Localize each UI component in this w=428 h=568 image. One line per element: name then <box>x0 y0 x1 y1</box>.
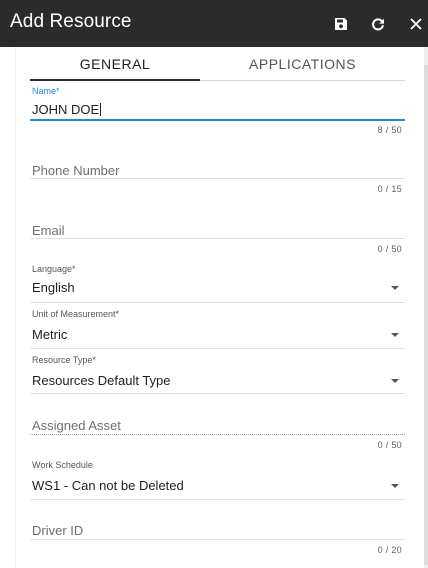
chevron-down-icon <box>391 333 399 337</box>
left-divider <box>15 47 16 568</box>
email-underline <box>30 238 405 239</box>
assigned-asset-char-counter: 0 / 50 <box>377 440 402 450</box>
resource-type-label: Resource Type* <box>32 355 96 365</box>
name-label: Name* <box>32 86 60 96</box>
resource-type-underline <box>30 393 405 394</box>
driver-id-char-counter: 0 / 20 <box>377 545 402 555</box>
language-value: English <box>32 280 75 295</box>
text-cursor <box>100 103 102 116</box>
name-field[interactable]: Name* JOHN DOE 8 / 50 <box>30 86 405 136</box>
save-button[interactable] <box>327 0 355 47</box>
phone-number-field[interactable]: Phone Number 0 / 15 <box>30 160 405 200</box>
chevron-down-icon <box>391 379 399 383</box>
assigned-asset-underline <box>30 434 405 435</box>
name-underline <box>30 119 405 121</box>
active-tab-indicator <box>30 79 200 81</box>
email-char-counter: 0 / 50 <box>377 244 402 254</box>
work-schedule-value: WS1 - Can not be Deleted <box>32 478 184 493</box>
scrollbar-thumb[interactable] <box>424 65 428 565</box>
phone-char-counter: 0 / 15 <box>377 184 402 194</box>
unit-underline <box>30 348 405 349</box>
resource-type-select[interactable]: Resource Type* Resources Default Type <box>30 355 405 395</box>
resource-type-value: Resources Default Type <box>32 373 171 388</box>
language-label: Language* <box>32 264 76 274</box>
phone-number-input[interactable]: Phone Number <box>32 163 119 178</box>
unit-of-measurement-select[interactable]: Unit of Measurement* Metric <box>30 309 405 349</box>
close-icon <box>410 17 422 30</box>
work-schedule-select[interactable]: Work Schedule WS1 - Can not be Deleted <box>30 460 405 500</box>
name-char-counter: 8 / 50 <box>377 125 402 135</box>
dialog-title: Add Resource <box>10 11 132 32</box>
tab-bar: GENERAL APPLICATIONS <box>30 47 405 81</box>
tab-applications[interactable]: APPLICATIONS <box>200 47 405 81</box>
tab-general[interactable]: GENERAL <box>30 47 200 81</box>
close-button[interactable] <box>404 0 428 47</box>
email-field[interactable]: Email 0 / 50 <box>30 220 405 260</box>
refresh-button[interactable] <box>364 0 392 47</box>
chevron-down-icon <box>391 484 399 488</box>
floppy-disk-icon <box>335 17 347 30</box>
dialog-header: Add Resource <box>0 0 428 47</box>
chevron-down-icon <box>391 286 399 290</box>
driver-id-underline <box>30 539 405 540</box>
work-schedule-underline <box>30 499 405 500</box>
name-input[interactable]: JOHN DOE <box>32 102 102 117</box>
unit-value: Metric <box>32 327 68 342</box>
unit-label: Unit of Measurement* <box>32 309 120 319</box>
assigned-asset-field[interactable]: Assigned Asset 0 / 50 <box>30 415 405 455</box>
scrollbar[interactable] <box>424 47 428 568</box>
refresh-icon <box>372 17 384 30</box>
assigned-asset-input[interactable]: Assigned Asset <box>32 418 121 433</box>
driver-id-field[interactable]: Driver ID 0 / 20 <box>30 520 405 560</box>
email-input[interactable]: Email <box>32 223 65 238</box>
language-underline <box>30 302 405 303</box>
phone-underline <box>30 178 405 179</box>
driver-id-input[interactable]: Driver ID <box>32 523 83 538</box>
work-schedule-label: Work Schedule <box>32 460 93 470</box>
language-select[interactable]: Language* English <box>30 264 405 304</box>
